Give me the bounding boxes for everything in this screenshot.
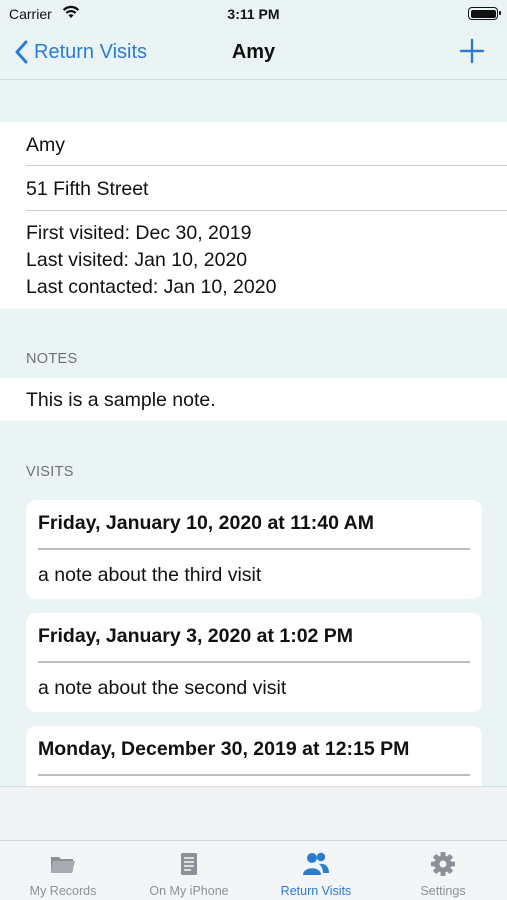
tab-settings[interactable]: Settings <box>380 841 506 900</box>
person-address[interactable]: 51 Fifth Street <box>0 166 507 210</box>
folder-icon <box>51 857 75 873</box>
toolbar <box>0 786 507 840</box>
visit-date: Monday, December 30, 2019 at 12:15 PM <box>38 738 410 760</box>
visit-note: a note about the third visit <box>38 563 262 586</box>
page-title: Amy <box>231 41 276 63</box>
status-time: 3:11 PM <box>227 6 280 22</box>
navigation-bar: Return Visits Amy <box>0 28 507 80</box>
document-icon <box>181 853 197 875</box>
visits-header: VISITS <box>26 464 74 480</box>
last-visited: Last visited: Jan 10, 2020 <box>26 249 248 271</box>
tab-my-records[interactable]: My Records <box>0 841 126 900</box>
visit-date: Friday, January 10, 2020 at 11:40 AM <box>38 512 375 534</box>
tab-label: My Records <box>29 884 97 898</box>
tab-label: On My iPhone <box>149 884 229 898</box>
visit-card[interactable]: Friday, January 10, 2020 at 11:40 AM a n… <box>26 500 482 599</box>
people-icon <box>303 852 329 875</box>
person-details-section: Amy 51 Fifth Street First visited: Dec 3… <box>0 122 507 309</box>
visit-dates: First visited: Dec 30, 2019 Last visited… <box>0 211 507 300</box>
tab-on-my-iphone[interactable]: On My iPhone <box>126 841 252 900</box>
tab-label: Return Visits <box>280 884 352 898</box>
visit-note: a note about the second visit <box>38 676 287 699</box>
visit-card[interactable]: Friday, January 3, 2020 at 1:02 PM a not… <box>26 613 482 712</box>
divider <box>38 774 470 776</box>
status-bar: Carrier 3:11 PM <box>0 0 507 28</box>
notes-section[interactable]: This is a sample note. <box>0 378 507 421</box>
person-name[interactable]: Amy <box>0 122 507 165</box>
tab-bar: My Records On My iPhone Return Visits Se… <box>0 840 507 900</box>
battery-icon <box>468 7 501 20</box>
tab-label: Settings <box>420 884 466 898</box>
add-icon[interactable] <box>459 38 485 64</box>
first-visited: First visited: Dec 30, 2019 <box>26 222 252 244</box>
notes-header: NOTES <box>26 351 78 367</box>
gear-icon <box>431 852 455 876</box>
last-contacted: Last contacted: Jan 10, 2020 <box>26 276 277 298</box>
note-text: This is a sample note. <box>26 389 216 411</box>
visit-date: Friday, January 3, 2020 at 1:02 PM <box>38 625 354 647</box>
tab-return-visits[interactable]: Return Visits <box>253 841 379 900</box>
